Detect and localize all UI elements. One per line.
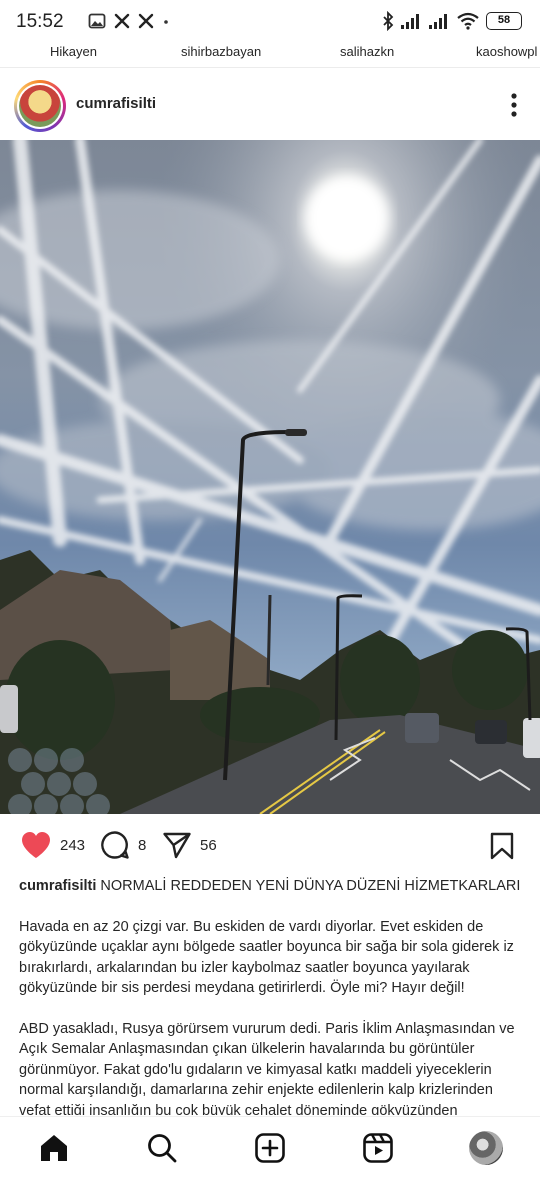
status-notification-icons bbox=[88, 12, 170, 30]
wifi-icon bbox=[457, 12, 479, 30]
status-bar: 15:52 58 bbox=[0, 0, 540, 40]
home-icon[interactable] bbox=[38, 1132, 70, 1164]
post-photo[interactable] bbox=[0, 140, 540, 814]
caption-title: NORMALİ REDDEDEN YENİ DÜNYA DÜZENİ HİZME… bbox=[100, 878, 521, 894]
comment-action[interactable]: 8 bbox=[100, 830, 146, 860]
post-username[interactable]: cumrafisilti bbox=[76, 95, 156, 112]
caption-paragraph: ABD yasakladı, Rusya görürsem vururum de… bbox=[19, 1020, 515, 1116]
more-dot-icon bbox=[164, 20, 168, 24]
story-item[interactable]: kaoshowpl bbox=[476, 44, 537, 59]
signal-icon bbox=[429, 14, 447, 29]
share-action[interactable]: 56 bbox=[162, 830, 217, 860]
share-count[interactable]: 56 bbox=[200, 837, 217, 854]
heart-filled-icon[interactable] bbox=[20, 830, 52, 860]
story-item-own[interactable]: Hikayen bbox=[50, 44, 97, 59]
comment-icon[interactable] bbox=[100, 830, 130, 860]
status-system-icons: 58 bbox=[382, 11, 522, 31]
post-header: cumrafisilti bbox=[0, 74, 540, 136]
x-app-icon bbox=[138, 13, 154, 29]
story-item[interactable]: sihirbazbayan bbox=[181, 44, 261, 59]
x-app-icon bbox=[114, 13, 130, 29]
sky-contrails-photo bbox=[0, 140, 540, 814]
post-caption: cumrafisilti NORMALİ REDDEDEN YENİ DÜNYA… bbox=[19, 876, 524, 1115]
reels-icon[interactable] bbox=[362, 1132, 394, 1164]
caption-area: cumrafisilti NORMALİ REDDEDEN YENİ DÜNYA… bbox=[0, 870, 540, 1115]
nav-profile[interactable] bbox=[469, 1131, 503, 1165]
story-item[interactable]: salihazkn bbox=[340, 44, 394, 59]
status-time: 15:52 bbox=[16, 11, 64, 32]
stories-strip: Hikayen sihirbazbayan salihazkn kaoshowp… bbox=[0, 40, 540, 68]
caption-paragraph: Havada en az 20 çizgi var. Bu eskiden de… bbox=[19, 918, 514, 997]
create-post-icon[interactable] bbox=[254, 1132, 286, 1164]
share-paper-plane-icon[interactable] bbox=[162, 830, 192, 860]
post-actions: 243 8 56 bbox=[0, 826, 540, 866]
nav-reels[interactable] bbox=[361, 1131, 395, 1165]
nav-create[interactable] bbox=[253, 1131, 287, 1165]
post-avatar[interactable] bbox=[14, 80, 66, 132]
profile-avatar[interactable] bbox=[469, 1131, 503, 1165]
more-options-icon[interactable] bbox=[510, 92, 518, 118]
signal-icon bbox=[401, 14, 419, 29]
bottom-navigation bbox=[0, 1116, 540, 1200]
battery-indicator: 58 bbox=[486, 12, 522, 30]
search-icon[interactable] bbox=[146, 1132, 178, 1164]
like-count[interactable]: 243 bbox=[60, 837, 85, 854]
bluetooth-icon bbox=[383, 11, 394, 31]
bookmark-icon[interactable] bbox=[490, 832, 514, 860]
caption-username[interactable]: cumrafisilti bbox=[19, 878, 96, 894]
avatar-image bbox=[19, 85, 61, 127]
photo-notification-icon bbox=[88, 13, 106, 29]
comment-count[interactable]: 8 bbox=[138, 837, 146, 854]
nav-search[interactable] bbox=[145, 1131, 179, 1165]
nav-home[interactable] bbox=[37, 1131, 71, 1165]
like-action[interactable]: 243 bbox=[20, 830, 85, 860]
